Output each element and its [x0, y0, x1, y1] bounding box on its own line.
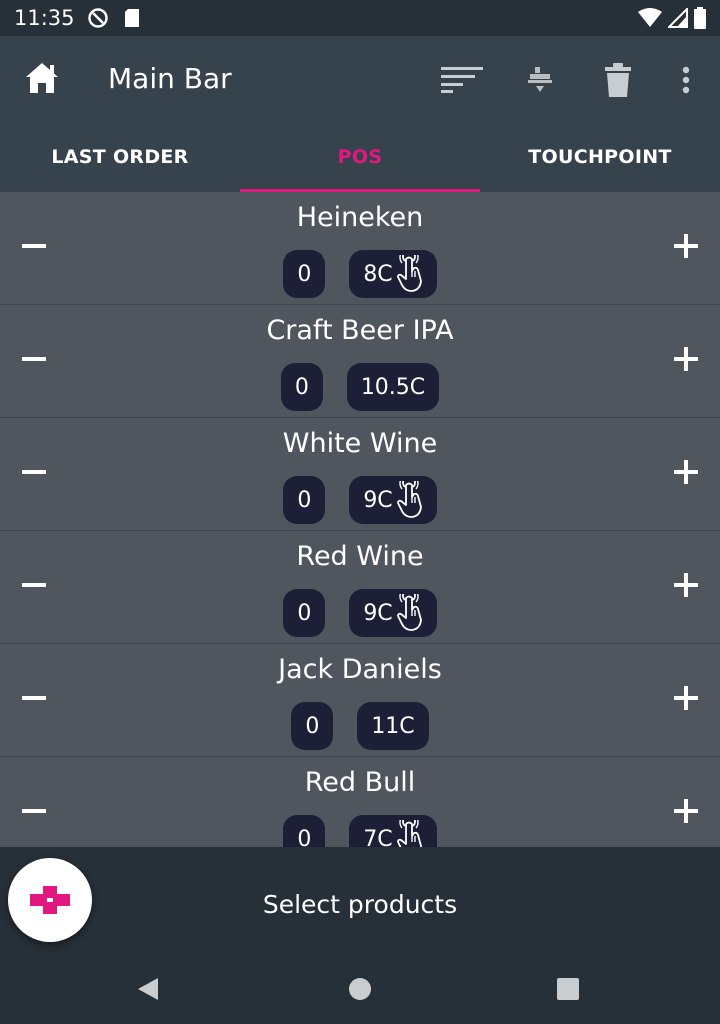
recents-icon[interactable] — [553, 974, 583, 1004]
tab-pos[interactable]: POS — [240, 122, 480, 192]
plus-icon[interactable] — [670, 682, 702, 714]
cell-signal-icon — [666, 6, 688, 32]
product-list[interactable]: Heineken 0 8C Craft Beer IPA 0 10.5C White Win… — [0, 192, 720, 847]
price-label: 9C — [363, 600, 393, 626]
plus-icon[interactable] — [670, 456, 702, 488]
list-item[interactable]: White Wine 0 9C — [0, 418, 720, 531]
home-icon[interactable] — [24, 60, 60, 96]
product-name: Red Bull — [304, 767, 416, 798]
home-nav-icon[interactable] — [345, 974, 375, 1004]
product-name: Jack Daniels — [278, 654, 442, 685]
touch-icon — [395, 481, 423, 519]
price-button[interactable]: 8C — [349, 250, 437, 298]
status-bar: 11:35 — [0, 0, 720, 36]
touch-icon — [395, 255, 423, 293]
trash-icon[interactable] — [596, 58, 640, 102]
list-item[interactable]: Red Wine 0 9C — [0, 531, 720, 644]
list-item[interactable]: Jack Daniels 0 11C — [0, 644, 720, 757]
select-products-label: Select products — [262, 890, 458, 919]
quantity-badge: 0 — [283, 250, 326, 298]
back-icon[interactable] — [134, 974, 164, 1004]
price-button[interactable]: 10.5C — [346, 363, 440, 411]
price-button[interactable]: 9C — [349, 476, 437, 524]
quantity-badge: 0 — [291, 702, 334, 750]
quantity-badge: 0 — [283, 815, 326, 847]
plus-icon[interactable] — [670, 230, 702, 262]
price-label: 11C — [371, 713, 415, 739]
price-label: 7C — [363, 826, 393, 848]
plus-icon[interactable] — [670, 795, 702, 827]
app-bar: Main Bar — [0, 36, 720, 122]
product-name: White Wine — [282, 428, 438, 459]
page-title: Main Bar — [108, 62, 232, 95]
more-options-icon[interactable] — [664, 58, 708, 102]
plus-icon[interactable] — [670, 343, 702, 375]
price-label: 8C — [363, 261, 393, 287]
product-name: Heineken — [296, 202, 424, 233]
filter-icon[interactable] — [518, 58, 562, 102]
price-label: 10.5C — [360, 374, 426, 400]
product-name: Craft Beer IPA — [266, 315, 454, 346]
product-name: Red Wine — [296, 541, 424, 572]
quantity-badge: 0 — [280, 363, 323, 411]
battery-icon — [694, 7, 706, 33]
tab-bar: LAST ORDER POS TOUCHPOINT — [0, 122, 720, 192]
dnd-icon — [87, 7, 109, 29]
list-item[interactable]: Red Bull 0 7C — [0, 757, 720, 847]
price-button[interactable]: 9C — [349, 589, 437, 637]
plus-icon[interactable] — [670, 569, 702, 601]
quantity-badge: 0 — [283, 589, 326, 637]
tab-touchpoint[interactable]: TOUCHPOINT — [480, 122, 720, 192]
nav-bar — [0, 952, 720, 1024]
quantity-badge: 0 — [283, 476, 326, 524]
touch-icon — [395, 820, 423, 847]
list-item[interactable]: Heineken 0 8C — [0, 192, 720, 305]
status-time: 11:35 — [14, 6, 75, 30]
sd-card-icon — [121, 7, 143, 29]
price-button[interactable]: 11C — [357, 702, 429, 750]
wifi-icon — [638, 8, 662, 32]
price-label: 9C — [363, 487, 393, 513]
tab-last-order[interactable]: LAST ORDER — [0, 122, 240, 192]
touch-icon — [395, 594, 423, 632]
price-button[interactable]: 7C — [349, 815, 437, 848]
list-item[interactable]: Craft Beer IPA 0 10.5C — [0, 305, 720, 418]
sort-icon[interactable] — [440, 58, 484, 102]
